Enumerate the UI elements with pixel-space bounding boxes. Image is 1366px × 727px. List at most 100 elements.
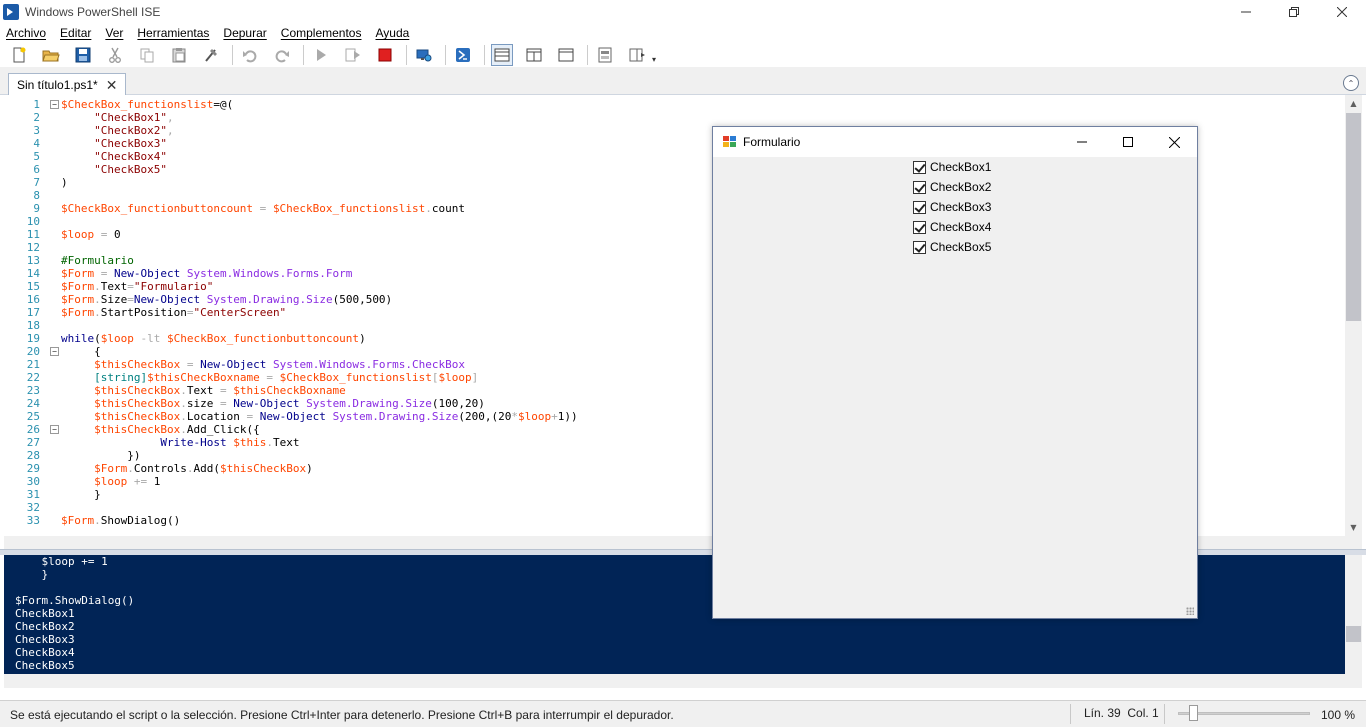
code-token: "Formulario" (133, 280, 214, 293)
stop-button[interactable] (374, 44, 396, 66)
menu-ver[interactable]: Ver (98, 26, 130, 40)
code-token: 1 (153, 475, 161, 488)
fold-toggle-icon[interactable]: − (50, 425, 59, 434)
form-maximize-button[interactable] (1105, 127, 1151, 157)
copy-button[interactable] (136, 44, 158, 66)
code-token: . (127, 462, 134, 475)
redo-button[interactable] (271, 44, 293, 66)
show-script-max-button[interactable] (555, 44, 577, 66)
show-addon-button[interactable] (626, 44, 648, 66)
code-token: . (180, 397, 187, 410)
checkbox-4[interactable]: CheckBox4 (913, 219, 991, 235)
code-text: } (61, 488, 101, 501)
code-token: $Form (61, 514, 95, 527)
run-selection-button[interactable] (342, 44, 364, 66)
toolbar-separator (587, 45, 588, 65)
line-number: 7 (33, 176, 40, 189)
form-title-bar: Formulario (713, 127, 1197, 157)
new-remote-tab-button[interactable] (413, 44, 435, 66)
menu-editar[interactable]: Editar (53, 26, 98, 40)
code-token: . (94, 306, 101, 319)
menu-complementos[interactable]: Complementos (274, 26, 369, 40)
code-text: $Form.Controls.Add($thisCheckBox) (61, 462, 313, 475)
code-token: Location (186, 410, 240, 423)
form-close-button[interactable] (1151, 127, 1197, 157)
menu-archivo[interactable]: Archivo (0, 26, 53, 40)
show-script-right-button[interactable] (523, 44, 545, 66)
powershell-app-icon (3, 3, 19, 20)
start-powershell-button[interactable] (452, 44, 474, 66)
show-commands-button[interactable] (594, 44, 616, 66)
code-token: = (94, 267, 114, 280)
console-scroll-thumb[interactable] (1346, 626, 1361, 642)
code-token: New-Object (200, 358, 267, 371)
run-script-button[interactable] (310, 44, 332, 66)
status-separator (1070, 704, 1071, 724)
cursor-position: Lín. 39 Col. 1 (1084, 706, 1159, 720)
code-text: "CheckBox2", (61, 124, 173, 137)
checkbox-5[interactable]: CheckBox5 (913, 239, 991, 255)
close-tab-icon[interactable]: ✕ (106, 77, 118, 94)
tab-sin-titulo1[interactable]: Sin título1.ps1* ✕ (8, 73, 126, 96)
clear-console-button[interactable] (200, 44, 222, 66)
checkbox-3[interactable]: CheckBox3 (913, 199, 991, 215)
menu-ayuda[interactable]: Ayuda (368, 26, 416, 40)
minimize-button[interactable] (1222, 0, 1270, 23)
menu-bar: Archivo Editar Ver Herramientas Depurar … (0, 23, 1366, 43)
checkbox-2[interactable]: CheckBox2 (913, 179, 991, 195)
code-token: (100,20) (431, 397, 485, 410)
restore-button[interactable] (1270, 0, 1318, 23)
code-token: $CheckBox_functionslist (279, 371, 432, 384)
line-number: 5 (33, 150, 40, 163)
code-token: Add_Click({ (186, 423, 260, 436)
code-text: $Form.Size=New-Object System.Drawing.Siz… (61, 293, 392, 306)
line-number: 18 (26, 319, 40, 332)
menu-herramientas[interactable]: Herramientas (130, 26, 216, 40)
cut-icon (109, 47, 121, 63)
minimize-icon (1241, 11, 1251, 12)
undo-button[interactable] (239, 44, 261, 66)
cut-button[interactable] (104, 44, 126, 66)
scroll-up-icon[interactable]: ▲ (1345, 95, 1362, 112)
code-token: . (180, 384, 187, 397)
save-button[interactable] (72, 44, 94, 66)
menu-depurar[interactable]: Depurar (216, 26, 273, 40)
status-bar: Se está ejecutando el script o la selecc… (0, 700, 1366, 727)
code-token: $Form (94, 462, 128, 475)
paste-icon (172, 48, 186, 63)
resize-grip-icon[interactable] (1186, 607, 1194, 615)
code-token: , (166, 111, 174, 124)
form-minimize-button[interactable] (1059, 127, 1105, 157)
code-text: while($loop -lt $CheckBox_functionbutton… (61, 332, 366, 345)
new-script-button[interactable] (8, 44, 30, 66)
close-window-button[interactable] (1318, 0, 1366, 23)
editor-scroll-thumb[interactable] (1346, 113, 1361, 321)
editor-vertical-scrollbar[interactable]: ▲ ▼ (1345, 95, 1362, 536)
undo-icon (243, 50, 257, 63)
open-button[interactable] (40, 44, 62, 66)
code-text: $CheckBox_functionbuttoncount = $CheckBo… (61, 202, 465, 215)
scroll-down-icon[interactable]: ▼ (1345, 519, 1362, 536)
code-line[interactable]: 2 "CheckBox1", (4, 111, 1345, 124)
code-token: $CheckBox_functionbuttoncount (167, 332, 360, 345)
code-line[interactable]: 1 − $CheckBox_functionslist=@( (4, 98, 1345, 111)
console-horizontal-scrollbar[interactable] (4, 674, 1362, 688)
code-text: $thisCheckBox.Text = $thisCheckBoxname (61, 384, 346, 397)
show-script-top-button[interactable] (491, 44, 513, 66)
code-text: $Form.Text="Formulario" (61, 280, 213, 293)
paste-button[interactable] (168, 44, 190, 66)
console-output-line: $Form.ShowDialog() (15, 594, 135, 607)
code-token: $loop (518, 410, 552, 423)
fold-toggle-icon[interactable]: − (50, 347, 59, 356)
toolbar-overflow-icon[interactable]: ▾ (652, 55, 656, 64)
fold-toggle-icon[interactable]: − (50, 100, 59, 109)
code-token: System.Windows.Forms.Form (186, 267, 353, 280)
collapse-script-pane-icon[interactable]: ⌃ (1343, 75, 1359, 91)
checkbox-1[interactable]: CheckBox1 (913, 159, 991, 175)
zoom-slider-thumb[interactable] (1189, 705, 1198, 721)
window-title: Windows PowerShell ISE (25, 4, 161, 19)
console-vertical-scrollbar[interactable] (1345, 555, 1362, 674)
line-number: 25 (26, 410, 40, 423)
